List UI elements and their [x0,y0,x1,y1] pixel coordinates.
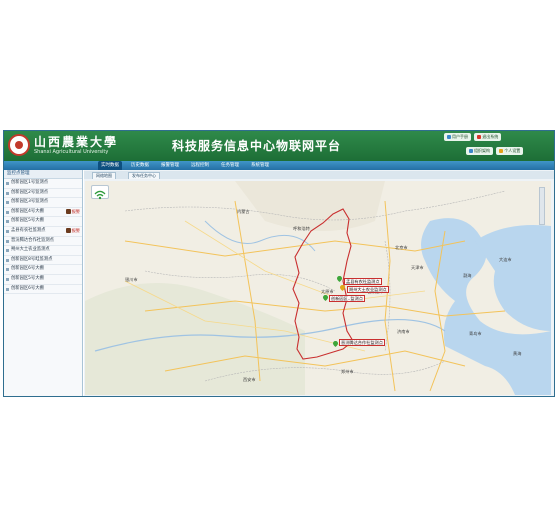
sidebar-title: 监控点管理 [4,170,82,179]
alarm-icon [65,209,71,215]
map-label: 渤海 [463,273,472,278]
sidebar-item[interactable]: 创新园区4号大棚 报警 [4,208,82,218]
settings-icon [499,149,504,153]
sidebar-item[interactable]: 晋汾腾达合作社监测点 [4,237,82,247]
map-label: 银川市 [125,277,138,282]
zoom-slider[interactable] [539,187,545,225]
station-label[interactable]: 晋汾腾达合作社监测点 [339,339,385,346]
alarm-badge[interactable]: 报警 [65,209,80,215]
sidebar-item[interactable]: 孟县有农社监测点 报警 [4,227,82,237]
tab-publish-task-center[interactable]: 发布任务中心 [128,172,160,179]
map-label: 内蒙古 [237,209,250,214]
station-label[interactable]: 创新园区..监测点 [329,295,365,302]
map-label: 天津市 [411,265,424,270]
map-label: 北京市 [395,245,408,250]
header-user-area: 用户手册 退出系统 组织架构 个人设置 [442,133,552,159]
wifi-icon[interactable] [91,185,109,200]
station-label[interactable]: 朔州大土农业监测点 [347,286,389,293]
header-bar: 山西農業大學 Shanxi Agricultural University 科技… [4,131,554,161]
org-icon [469,149,473,153]
sidebar-item[interactable]: 创新园区5号大棚 [4,217,82,227]
map-label: 青岛市 [469,331,482,336]
map-label: 大连市 [499,257,512,262]
tree-node-icon [6,229,9,233]
content-area: 网络地图 发布任务中心 内蒙古 呼和浩特 北京市 天津市 济南市 太原市 郑州市… [84,170,554,396]
university-logo [8,134,30,156]
tree-node-icon [6,277,9,281]
map-label: 郑州市 [341,369,354,374]
monitor-sidebar: 监控点管理 创新园区1号监测点 创新园区2号监测点 创新园区3号监测点 创新园区… [4,170,83,396]
tree-node-icon [6,210,9,214]
tree-node-icon [6,239,9,243]
org-structure-link[interactable]: 组织架构 [466,147,493,155]
nav-realtime-data[interactable]: 实时数据 [98,161,122,170]
tab-bar: 网络地图 发布任务中心 [84,171,554,179]
sidebar-item[interactable]: 创新园区5号大棚 [4,275,82,285]
map-view[interactable]: 内蒙古 呼和浩特 北京市 天津市 石家庄市 济南市 太原市 郑州市 西安市 银川… [85,181,551,395]
sidebar-item[interactable]: 创新园区2号监测点 [4,189,82,199]
station-pin-icon[interactable] [340,285,345,291]
logout-icon [477,135,482,139]
app-window: 山西農業大學 Shanxi Agricultural University 科技… [3,130,555,397]
tree-node-icon [6,182,9,185]
manual-icon [447,135,451,139]
sidebar-item[interactable]: 创新园区8号畦监测点 [4,256,82,266]
tree-node-icon [6,191,9,195]
school-name: 山西農業大學 [34,135,119,149]
tree-node-icon [6,258,9,262]
map-canvas [85,181,551,395]
map-label: 黄海 [513,351,522,356]
sidebar-item[interactable]: 朔州大土农业监测点 [4,246,82,256]
sidebar-item[interactable]: 创新园区6号大棚 [4,265,82,275]
station-pin-icon[interactable] [333,341,338,347]
map-label: 西安市 [243,377,256,382]
tab-network-map[interactable]: 网络地图 [92,172,116,179]
nav-remote-control[interactable]: 远程控制 [188,161,212,170]
station-pin-icon[interactable] [337,276,342,282]
school-name-en: Shanxi Agricultural University [34,149,109,155]
nav-alarm-management[interactable]: 报警管理 [158,161,182,170]
alarm-icon [65,228,71,234]
alarm-badge[interactable]: 报警 [65,228,80,234]
tree-node-icon [6,220,9,224]
nav-task-management[interactable]: 任务管理 [218,161,242,170]
sidebar-item[interactable]: 创新园区6号大棚 [4,285,82,295]
station-pin-icon[interactable] [323,295,328,301]
tree-node-icon [6,287,9,291]
logout-link[interactable]: 退出系统 [474,133,502,141]
nav-history-data[interactable]: 历史数据 [128,161,152,170]
tree-node-icon [6,201,9,205]
map-label: 呼和浩特 [293,226,310,231]
station-label[interactable]: 孟县有农社监测点 [344,278,382,285]
sidebar-item[interactable]: 创新园区1号监测点 [4,179,82,189]
map-label: 济南市 [397,329,410,334]
nav-system-management[interactable]: 系统管理 [248,161,272,170]
platform-title: 科技服务信息中心物联网平台 [172,139,342,153]
personal-settings-link[interactable]: 个人设置 [496,147,524,155]
main-nav: 实时数据 历史数据 报警管理 远程控制 任务管理 系统管理 [4,161,554,170]
user-manual-link[interactable]: 用户手册 [444,133,471,141]
tree-node-icon [6,249,9,253]
sidebar-item[interactable]: 创新园区3号监测点 [4,198,82,208]
tree-node-icon [6,268,9,272]
